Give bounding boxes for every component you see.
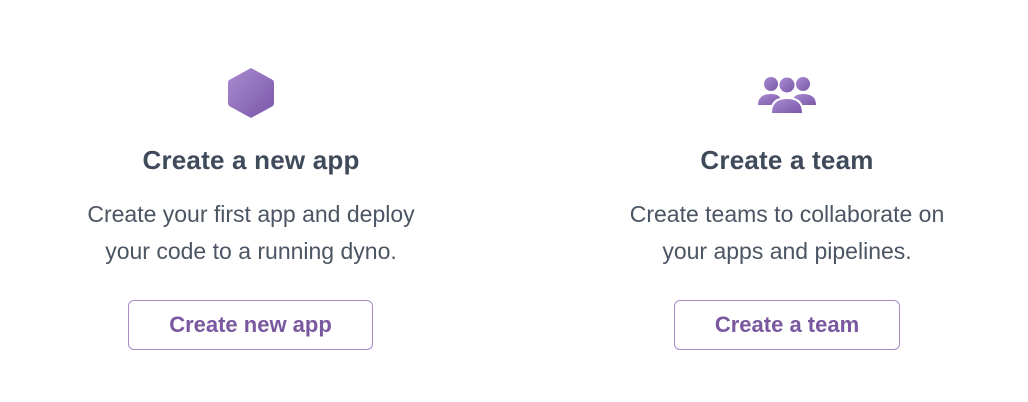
description-line: Create teams to collaborate on (629, 201, 945, 227)
create-team-card: Create a team Create teams to collaborat… (567, 0, 1007, 402)
create-team-description: Create teams to collaborate on your apps… (567, 196, 1007, 270)
create-team-button[interactable]: Create a team (674, 300, 900, 350)
description-line: your apps and pipelines. (662, 238, 912, 264)
description-line: your code to a running dyno. (105, 238, 397, 264)
create-app-description: Create your first app and deploy your co… (31, 196, 471, 270)
hexagon-app-icon (31, 65, 471, 121)
description-line: Create your first app and deploy (87, 201, 415, 227)
create-app-title: Create a new app (142, 145, 360, 175)
create-team-title: Create a team (700, 145, 874, 175)
create-new-app-button[interactable]: Create new app (128, 300, 373, 350)
team-people-icon (567, 65, 1007, 121)
create-app-card: Create a new app Create your first app a… (31, 0, 471, 402)
